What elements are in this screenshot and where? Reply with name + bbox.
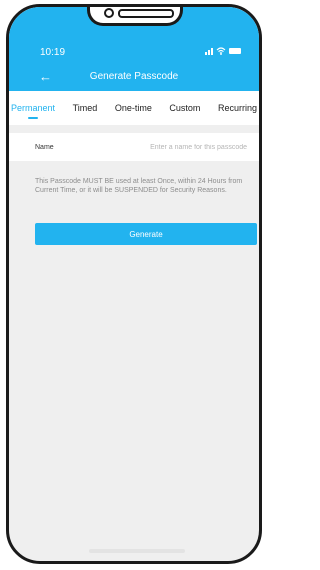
tab-custom[interactable]: Custom <box>169 91 200 125</box>
name-label: Name <box>35 143 54 151</box>
phone-frame: 10:19 ← Generate Passcode Permanent Time… <box>6 4 262 564</box>
tab-one-time[interactable]: One-time <box>115 91 152 125</box>
tab-recurring[interactable]: Recurring <box>218 91 257 125</box>
battery-icon <box>229 48 241 54</box>
tab-permanent[interactable]: Permanent <box>11 91 55 125</box>
signal-icon <box>205 47 213 55</box>
tab-timed[interactable]: Timed <box>73 91 98 125</box>
home-indicator <box>89 549 185 553</box>
status-time: 10:19 <box>40 47 66 58</box>
wifi-icon <box>216 47 226 55</box>
camera-icon <box>104 8 114 18</box>
speaker-icon <box>118 9 174 18</box>
name-field-row: Name <box>9 133 259 161</box>
status-icons <box>205 47 241 55</box>
name-input[interactable] <box>115 143 247 151</box>
passcode-type-tabs: Permanent Timed One-time Custom Recurrin… <box>9 91 259 125</box>
generate-button[interactable]: Generate <box>35 223 257 245</box>
page-title: Generate Passcode <box>89 71 179 82</box>
phone-notch <box>87 7 183 26</box>
usage-notice: This Passcode MUST BE used at least Once… <box>35 178 243 194</box>
